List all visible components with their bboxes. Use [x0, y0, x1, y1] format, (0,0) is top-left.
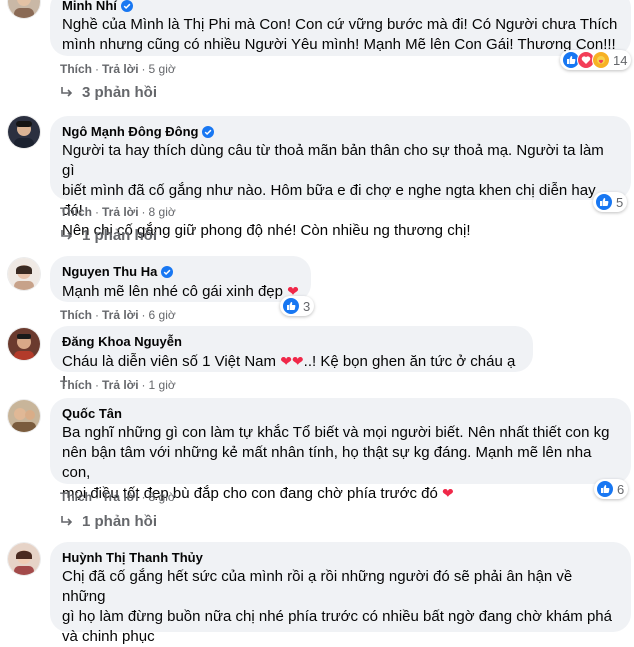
reply-button[interactable]: Trả lời	[102, 490, 139, 504]
comment-line: mình nhưng cũng có nhiều Người Yêu mình!…	[62, 36, 616, 53]
separator-dot: ·	[95, 308, 99, 322]
comment-line: Nghề của Mình là Thị Phi mà Con! Con cứ …	[62, 16, 618, 33]
reaction-count: 6	[617, 481, 625, 497]
reaction-count: 5	[616, 194, 624, 210]
like-button[interactable]: Thích	[60, 308, 92, 322]
comment-text: Chị đã cố gắng hết sức của mình rồi ạ rồ…	[62, 567, 619, 647]
commenter-name[interactable]: Nguyen Thu Ha	[62, 263, 174, 280]
heart-emoji-icon: ❤❤	[280, 353, 304, 369]
comment-line: Mạnh mẽ lên nhé cô gái xinh đẹp	[62, 283, 283, 300]
like-reaction-icon	[595, 193, 613, 211]
reply-button[interactable]: Trả lời	[102, 62, 139, 76]
reaction-summary[interactable]: 3	[280, 296, 315, 316]
like-reaction-icon	[596, 480, 614, 498]
care-reaction-icon	[592, 51, 610, 69]
like-button[interactable]: Thích	[60, 378, 92, 392]
separator-dot: ·	[95, 378, 99, 392]
replies-count: 1 phản hồi	[82, 227, 157, 244]
avatar[interactable]	[8, 0, 40, 18]
comment-bubble: Ngô Mạnh Đông Đông Người ta hay thích dù…	[50, 116, 631, 239]
separator-dot: ·	[141, 490, 146, 504]
commenter-name[interactable]: Quốc Tân	[62, 405, 122, 422]
separator-dot: ·	[95, 205, 99, 219]
comment-line: gì họ làm đừng buồn nữa chị nhé phía trư…	[62, 608, 612, 625]
comment-bubble: Nguyen Thu Ha Mạnh mẽ lên nhé cô gái xin…	[50, 256, 311, 302]
comment-bubble: Huỳnh Thị Thanh Thủy Chị đã cố gắng hết …	[50, 542, 631, 645]
comment-line: Chị đã cố gắng hết sức của mình rồi ạ rồ…	[62, 568, 573, 605]
reaction-count: 3	[303, 298, 311, 314]
verified-badge-icon	[120, 0, 133, 12]
view-replies-link[interactable]: 1 phản hồi	[60, 227, 157, 244]
separator-dot: ·	[95, 490, 99, 504]
view-replies-link[interactable]: 1 phản hồi	[60, 513, 157, 530]
comment-line: và chinh phục	[62, 628, 155, 645]
replies-count: 3 phản hồi	[82, 84, 157, 101]
verified-badge-icon	[202, 125, 215, 138]
reaction-summary[interactable]: 6	[594, 479, 629, 499]
reaction-summary[interactable]: 5	[593, 192, 628, 212]
like-button[interactable]: Thích	[60, 62, 92, 76]
avatar[interactable]	[8, 543, 40, 575]
comment-line: nên bận tâm với những kẻ mất nhân tính, …	[62, 444, 592, 481]
comment-actions: Thích · Trả lời · 5 giờ	[60, 62, 176, 76]
timestamp[interactable]: 6 giờ	[149, 308, 176, 322]
commenter-name[interactable]: Đăng Khoa Nguyễn	[62, 333, 182, 350]
separator-dot: ·	[141, 205, 146, 219]
comment-text: Mạnh mẽ lên nhé cô gái xinh đẹp ❤	[62, 281, 299, 302]
like-button[interactable]: Thích	[60, 490, 92, 504]
commenter-name[interactable]: Huỳnh Thị Thanh Thủy	[62, 549, 203, 566]
comment-text: Người ta hay thích dùng câu từ thoả mãn …	[62, 141, 619, 241]
like-button[interactable]: Thích	[60, 205, 92, 219]
comment-text: Nghề của Mình là Thị Phi mà Con! Con cứ …	[62, 15, 619, 55]
comment-actions: Thích · Trả lời · 8 giờ	[60, 490, 176, 504]
separator-dot: ·	[95, 62, 99, 76]
reply-button[interactable]: Trả lời	[102, 378, 139, 392]
comment-line: Người ta hay thích dùng câu từ thoả mãn …	[62, 142, 604, 179]
reaction-summary[interactable]: 14	[560, 50, 632, 70]
comment-line: Cháu là diễn viên số 1 Việt Nam	[62, 353, 281, 370]
commenter-name[interactable]: Minh Nhí	[62, 0, 133, 14]
timestamp[interactable]: 8 giờ	[149, 490, 176, 504]
comment-bubble: Đăng Khoa Nguyễn Cháu là diễn viên số 1 …	[50, 326, 533, 390]
reply-button[interactable]: Trả lời	[102, 205, 139, 219]
comment-bubble: Minh Nhí Nghề của Mình là Thị Phi mà Con…	[50, 0, 631, 56]
timestamp[interactable]: 5 giờ	[149, 62, 176, 76]
avatar[interactable]	[8, 328, 40, 360]
avatar[interactable]	[8, 258, 40, 290]
reply-arrow-icon	[61, 86, 73, 97]
avatar[interactable]	[8, 400, 40, 432]
reaction-count: 14	[613, 52, 628, 68]
timestamp[interactable]: 8 giờ	[149, 205, 176, 219]
timestamp[interactable]: 1 giờ	[149, 378, 176, 392]
heart-emoji-icon: ❤	[441, 485, 454, 501]
comment-actions: Thích · Trả lời · 8 giờ	[60, 205, 176, 219]
reply-button[interactable]: Trả lời	[102, 308, 139, 322]
replies-count: 1 phản hồi	[82, 513, 157, 530]
comment-line: Ba nghĩ những gì con làm tự khắc Tổ biết…	[62, 424, 610, 441]
like-reaction-icon	[282, 297, 300, 315]
comment-actions: Thích · Trả lời · 6 giờ	[60, 308, 176, 322]
comment-bubble: Quốc Tân Ba nghĩ những gì con làm tự khắ…	[50, 398, 631, 502]
separator-dot: ·	[141, 378, 146, 392]
avatar[interactable]	[8, 116, 40, 148]
separator-dot: ·	[141, 62, 146, 76]
separator-dot: ·	[141, 308, 146, 322]
comment-actions: Thích · Trả lời · 1 giờ	[60, 378, 176, 392]
reply-arrow-icon	[61, 515, 73, 526]
verified-badge-icon	[161, 265, 174, 278]
reply-arrow-icon	[61, 229, 73, 240]
commenter-name[interactable]: Ngô Mạnh Đông Đông	[62, 123, 215, 140]
view-replies-link[interactable]: 3 phản hồi	[60, 84, 157, 101]
